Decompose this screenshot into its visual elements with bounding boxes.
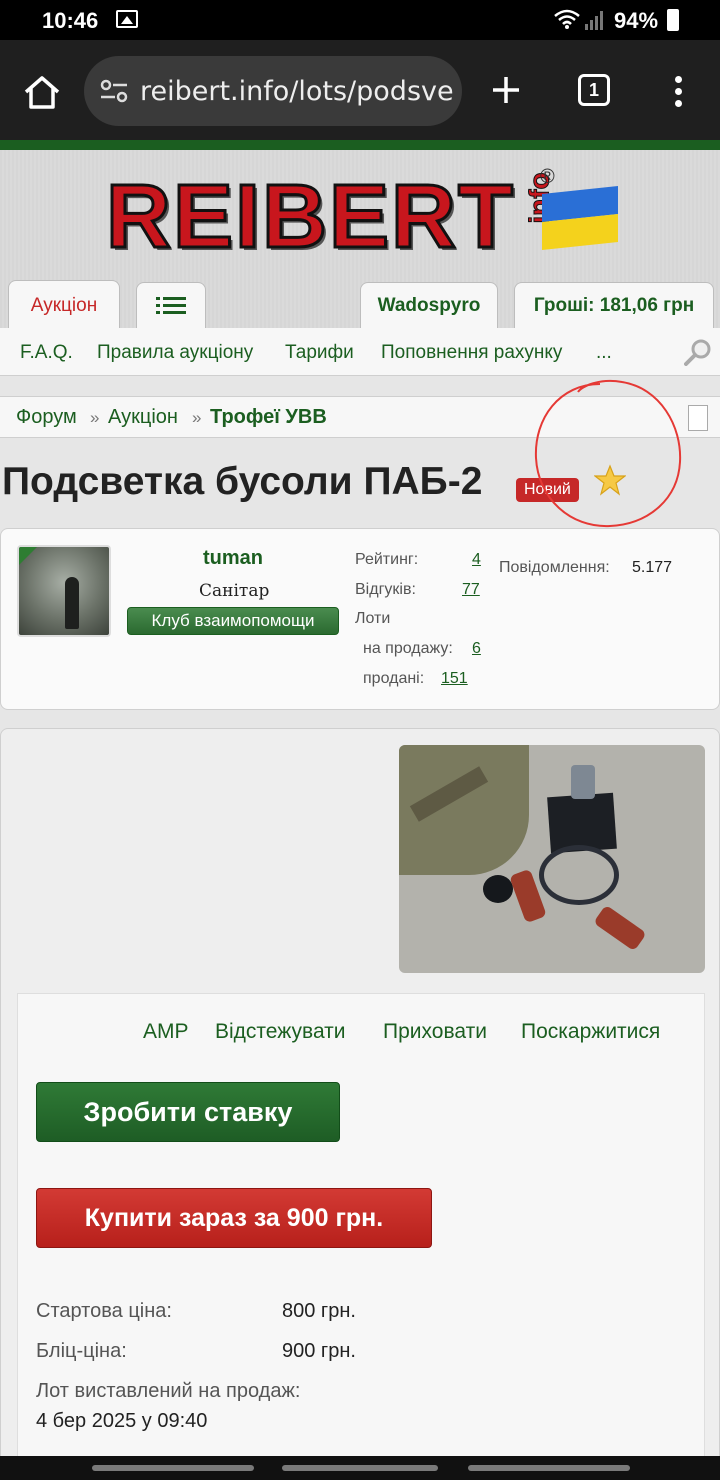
report-link[interactable]: Поскаржитися (521, 1020, 660, 1044)
sold-value[interactable]: 151 (441, 670, 468, 688)
for-sale-label: на продажу: (363, 640, 453, 657)
messages-label: Повідомлення: (499, 559, 610, 576)
place-bid-button[interactable]: Зробити ставку (36, 1082, 340, 1142)
start-price-label: Стартова ціна: (36, 1300, 172, 1322)
system-navigation-bar (0, 1456, 720, 1480)
logo-brand: REIBERT (104, 167, 516, 267)
tab-auction[interactable]: Аукціон (8, 280, 120, 328)
ukraine-flag-icon (542, 186, 618, 250)
nav-gesture-left[interactable] (92, 1465, 254, 1471)
subnav: F.A.Q. Правила аукціону Тарифи Поповненн… (0, 328, 720, 376)
search-icon[interactable] (684, 338, 712, 366)
address-bar[interactable]: reibert.info/lots/podsve (84, 56, 462, 126)
battery-percent: 94% (614, 8, 659, 33)
start-price-value: 800 грн. (282, 1300, 356, 1322)
status-badge: Новий (516, 478, 579, 502)
more-menu-icon[interactable] (668, 74, 688, 108)
site-header: REIBERT info ® Аукціон Wadospyro Гроші: … (0, 150, 720, 328)
nav-topup[interactable]: Поповнення рахунку (381, 342, 562, 364)
rating-value[interactable]: 4 (472, 551, 481, 569)
listed-value: 4 бер 2025 у 09:40 (36, 1410, 208, 1432)
lot-card: AMP Відстежувати Приховати Поскаржитися … (0, 728, 720, 1480)
site-settings-icon[interactable] (100, 78, 128, 104)
home-icon[interactable] (22, 74, 62, 110)
rss-document-icon[interactable] (688, 405, 708, 431)
status-time: 10:46 (42, 8, 99, 33)
reviews-label: Відгуків: (355, 581, 416, 598)
breadcrumb-current[interactable]: Трофеї УВВ (210, 406, 327, 429)
breadcrumb-forum[interactable]: Форум (16, 406, 77, 429)
lot-panel: AMP Відстежувати Приховати Поскаржитися … (17, 993, 705, 1480)
url-text: reibert.info/lots/podsve (140, 76, 454, 107)
hide-link[interactable]: Приховати (383, 1020, 487, 1044)
lots-label: Лоти (355, 610, 391, 627)
messages-value: 5.177 (632, 559, 673, 576)
track-link[interactable]: Відстежувати (215, 1020, 346, 1044)
tab-menu[interactable] (136, 282, 206, 328)
header-accent-line (0, 140, 720, 150)
nav-rules[interactable]: Правила аукціону (97, 342, 253, 364)
new-tab-icon[interactable] (490, 74, 522, 106)
amp-link[interactable]: AMP (143, 1020, 189, 1044)
image-notification-icon (116, 10, 138, 28)
seller-title: Санітар (199, 581, 270, 601)
breadcrumb: Форум » Аукціон » Трофеї УВВ (0, 396, 720, 438)
status-bar: 10:46 94% (0, 0, 720, 40)
browser-toolbar: reibert.info/lots/podsve 1 (0, 40, 720, 140)
seller-name[interactable]: tuman (203, 547, 263, 570)
nav-more[interactable]: ... (596, 342, 612, 364)
blitz-price-value: 900 грн. (282, 1340, 356, 1362)
breadcrumb-separator: » (192, 408, 202, 427)
nav-gesture-right[interactable] (468, 1465, 630, 1471)
signal-icon (585, 11, 603, 30)
for-sale-value[interactable]: 6 (472, 640, 481, 658)
nav-tariffs[interactable]: Тарифи (285, 342, 354, 364)
site-logo[interactable]: REIBERT info ® (104, 166, 618, 267)
page-title: Подсветка бусоли ПАБ-2 (2, 460, 483, 503)
logo-registered: ® (540, 166, 555, 188)
blitz-price-label: Бліц-ціна: (36, 1340, 127, 1362)
listed-label: Лот виставлений на продаж: (36, 1380, 301, 1402)
breadcrumb-separator: » (90, 408, 100, 427)
seller-club-badge: Клуб взаимопомощи (127, 607, 339, 635)
breadcrumb-auction[interactable]: Аукціон (108, 406, 178, 429)
star-icon[interactable] (594, 464, 626, 496)
nav-gesture-home[interactable] (282, 1465, 438, 1471)
avatar[interactable] (17, 545, 111, 637)
tab-account[interactable]: Wadospyro (360, 282, 498, 328)
tab-switcher-button[interactable]: 1 (578, 74, 610, 106)
reviews-value[interactable]: 77 (462, 581, 480, 599)
buy-now-button[interactable]: Купити зараз за 900 грн. (36, 1188, 432, 1248)
battery-icon (667, 9, 679, 31)
sold-label: продані: (363, 670, 425, 687)
tab-balance[interactable]: Гроші: 181,06 грн (514, 282, 714, 328)
nav-faq[interactable]: F.A.Q. (20, 342, 73, 364)
list-menu-icon (156, 296, 186, 314)
lot-photo[interactable] (399, 745, 705, 973)
rating-label: Рейтинг: (355, 551, 419, 568)
seller-card: tuman Санітар Клуб взаимопомощи Рейтинг:… (0, 528, 720, 710)
wifi-icon (554, 9, 580, 29)
